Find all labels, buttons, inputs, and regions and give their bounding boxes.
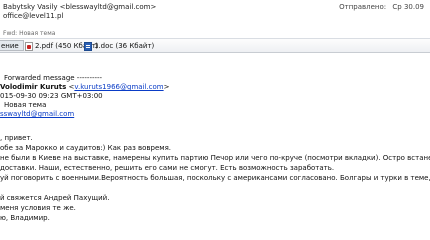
sent-info: Отправлено: Ср 30.09	[339, 3, 424, 11]
forwarded-marker: Forwarded message ----------	[4, 74, 103, 82]
sender-line[interactable]: Babytsky Vasily <blesswayltd@gmail.com>	[3, 3, 156, 11]
forwarded-from-name: Volodimir Kuruts	[0, 83, 67, 91]
pdf-icon	[25, 41, 33, 51]
sent-label: Отправлено:	[339, 3, 387, 11]
forwarded-from: Volodimir Kuruts <v.kuruts1966@gmail.com…	[0, 83, 170, 92]
forwarded-date: 015-09-30 09:23 GMT+03:00	[0, 92, 103, 100]
message-body: Forwarded message ---------- Volodimir K…	[0, 54, 430, 240]
attachment-doc-label: 1.doc (36 Кбайт)	[94, 42, 155, 50]
message-tab[interactable]: ение	[0, 40, 24, 51]
body-line-1: обе за Марокко и саудитов:) Как раз вовр…	[0, 144, 172, 152]
word-doc-icon	[84, 41, 92, 51]
attachment-bar: ение 2.pdf (450 Кбайт) 1.doc (36 Кбайт)	[0, 38, 430, 53]
sent-date: Ср 30.09	[392, 3, 424, 11]
forwarded-subject: Новая тема	[4, 101, 47, 109]
message-tab-label: ение	[1, 41, 19, 50]
forwarded-from-email[interactable]: v.kuruts1966@gmail.com	[74, 83, 163, 91]
body-line-2: не были в Киеве на выставке, намерены ку…	[0, 154, 430, 162]
forwarded-to-email[interactable]: sswayltd@gmail.com	[0, 110, 74, 119]
signature-line: ю, Владимир.	[0, 214, 50, 222]
subject-line: Fwd: Новая тема	[3, 30, 56, 37]
body-line-4: уй поговорить с военными.Вероятность бол…	[0, 174, 430, 182]
greeting-line: , привет.	[0, 134, 33, 142]
body-line-3: доставки. Наши, естественно, решить его …	[0, 164, 335, 172]
body-line-5: й свяжется Андрей Пахущий.	[0, 194, 110, 202]
body-line-6: меня условия те же.	[0, 204, 76, 212]
attachment-doc[interactable]: 1.doc (36 Кбайт)	[84, 41, 154, 51]
recipient-line[interactable]: office@level11.pl	[3, 12, 63, 20]
email-close: >	[163, 83, 170, 91]
